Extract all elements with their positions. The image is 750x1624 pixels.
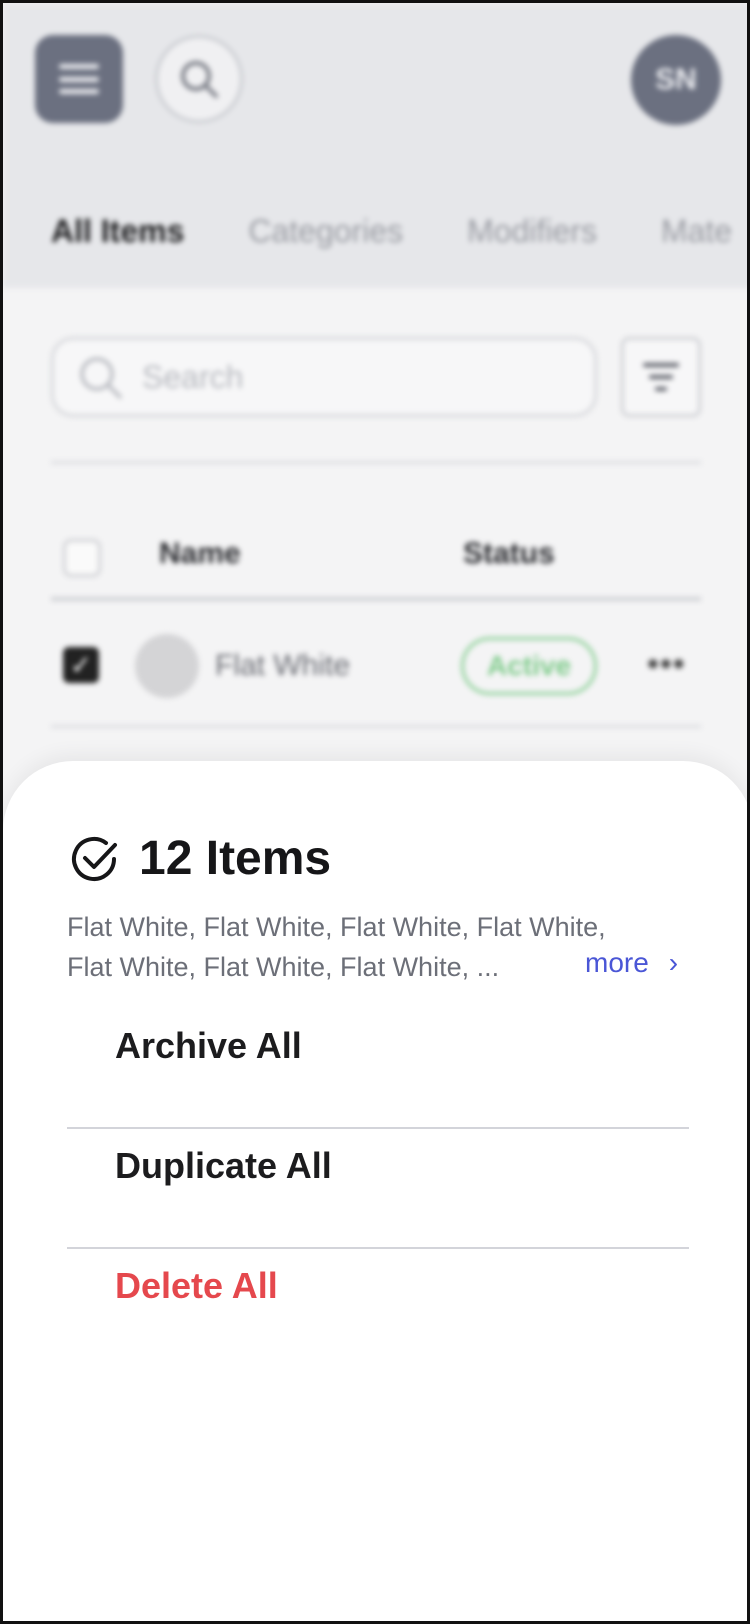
sheet-header: 12 Items — [67, 831, 331, 886]
column-header-name[interactable]: Name — [159, 537, 241, 571]
divider — [67, 1127, 689, 1129]
tab-mate[interactable]: Mate — [661, 213, 732, 253]
search-icon — [181, 61, 218, 98]
divider — [67, 1247, 689, 1249]
column-header-status[interactable]: Status — [463, 537, 555, 571]
hamburger-menu-icon — [59, 64, 99, 94]
tab-all-items[interactable]: All Items — [51, 213, 184, 253]
search-input[interactable]: Search — [51, 337, 597, 417]
tab-bar: All Items Categories Modifiers Mate — [51, 213, 747, 253]
app-frame: SN All Items Categories Modifiers Mate S… — [0, 0, 750, 1624]
check-circle-icon — [72, 836, 117, 881]
sheet-title: 12 Items — [139, 832, 332, 885]
search-icon — [80, 357, 122, 399]
divider — [51, 597, 701, 601]
select-all-checkbox[interactable] — [63, 539, 101, 577]
tab-modifiers[interactable]: Modifiers — [467, 213, 597, 253]
archive-all-button[interactable]: Archive All — [115, 1025, 302, 1067]
item-name: Flat White — [215, 649, 351, 682]
divider — [51, 461, 701, 464]
bulk-actions-sheet: 12 Items Flat White, Flat White, Flat Wh… — [3, 761, 747, 1621]
tab-categories[interactable]: Categories — [248, 213, 403, 253]
search-button[interactable] — [155, 35, 243, 123]
filter-icon — [643, 363, 679, 391]
status-badge: Active — [461, 637, 597, 695]
avatar[interactable]: SN — [631, 35, 721, 125]
search-placeholder: Search — [142, 358, 244, 395]
filter-button[interactable] — [621, 337, 701, 417]
more-label: more — [585, 947, 649, 978]
delete-all-button[interactable]: Delete All — [115, 1265, 278, 1307]
more-options-icon[interactable]: ••• — [647, 645, 686, 684]
divider — [51, 725, 701, 728]
more-link[interactable]: more › — [585, 947, 678, 979]
selected-items-line: Flat White, Flat White, Flat White, Flat… — [67, 912, 606, 942]
table-header: Name Status — [51, 531, 701, 587]
menu-button[interactable] — [35, 35, 123, 123]
duplicate-all-button[interactable]: Duplicate All — [115, 1145, 332, 1187]
table-row[interactable]: ✓ Flat White Active ••• — [51, 631, 701, 701]
item-thumbnail — [135, 634, 199, 698]
top-bar: SN All Items Categories Modifiers Mate — [3, 3, 747, 288]
row-checkbox-checked[interactable]: ✓ — [63, 647, 99, 683]
chevron-right-icon: › — [668, 947, 679, 978]
